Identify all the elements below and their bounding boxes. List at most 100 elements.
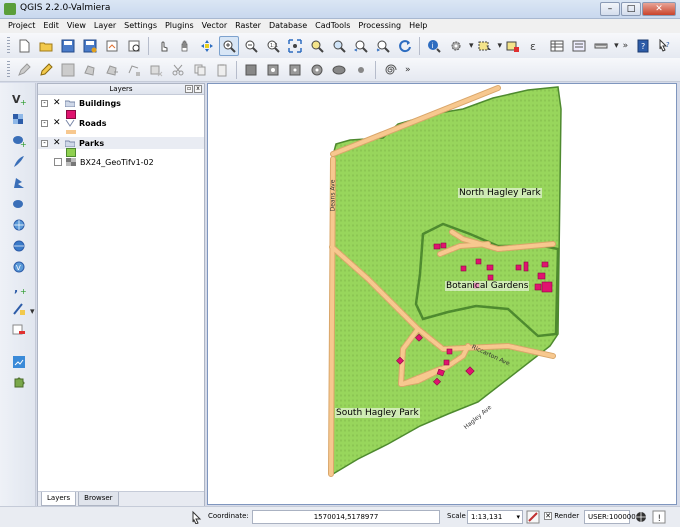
zoom-next-button[interactable]	[373, 36, 393, 56]
plugin-tool-button[interactable]	[9, 373, 29, 393]
menu-raster[interactable]: Raster	[231, 19, 265, 33]
dot-tool-button[interactable]	[351, 60, 371, 80]
zoom-out-button[interactable]	[241, 36, 261, 56]
copy-features-button[interactable]	[190, 60, 210, 80]
render-toggle[interactable]: ✕ Render	[544, 510, 579, 524]
chevron-down-icon[interactable]: ▾	[498, 41, 503, 51]
add-wms-layer-button[interactable]	[9, 215, 29, 235]
close-panel-button[interactable]: x	[194, 85, 202, 93]
float-panel-button[interactable]: ▫	[185, 85, 193, 93]
add-wcs-layer-button[interactable]	[9, 236, 29, 256]
toolbar-overflow-icon[interactable]: »	[405, 65, 411, 75]
add-wfs-layer-button[interactable]: V	[9, 257, 29, 277]
zoom-to-layer-button[interactable]	[329, 36, 349, 56]
scale-combo[interactable]: 1:13,131 ▾	[467, 510, 523, 524]
save-as-button[interactable]	[80, 36, 100, 56]
select-features-button[interactable]	[475, 36, 495, 56]
select-by-radius-button[interactable]	[285, 60, 305, 80]
menu-view[interactable]: View	[63, 19, 90, 33]
layer-row-roads[interactable]: - ✕ Roads	[38, 117, 204, 129]
new-print-composer-button[interactable]	[102, 36, 122, 56]
add-raster-layer-button[interactable]	[9, 110, 29, 130]
collapse-toggle[interactable]: -	[41, 119, 48, 127]
deselect-features-button[interactable]	[503, 36, 523, 56]
circle-tool-button[interactable]	[307, 60, 327, 80]
zoom-to-selection-button[interactable]	[307, 36, 327, 56]
new-project-button[interactable]	[14, 36, 34, 56]
add-delimited-text-button[interactable]: , +	[9, 278, 29, 298]
save-edits-button[interactable]	[58, 60, 78, 80]
menu-help[interactable]: Help	[405, 19, 431, 33]
zoom-in-button[interactable]	[219, 35, 239, 56]
save-project-button[interactable]	[58, 36, 78, 56]
messages-button[interactable]: !	[652, 510, 666, 524]
move-feature-button[interactable]	[102, 60, 122, 80]
refresh-button[interactable]	[395, 36, 415, 56]
menu-edit[interactable]: Edit	[39, 19, 63, 33]
spiral-tool-button[interactable]	[380, 60, 400, 80]
tab-layers[interactable]: Layers	[41, 492, 77, 506]
field-calculator-button[interactable]: ε	[525, 36, 545, 56]
menu-cadtools[interactable]: CadTools	[311, 19, 354, 33]
touch-zoom-button[interactable]	[153, 36, 173, 56]
add-mssql-layer-button[interactable]	[9, 173, 29, 193]
cut-features-button[interactable]	[168, 60, 188, 80]
whats-this-button[interactable]: ?	[655, 36, 675, 56]
statistical-summary-button[interactable]	[569, 36, 589, 56]
collapse-toggle[interactable]: -	[41, 99, 48, 107]
add-spatialite-layer-button[interactable]	[9, 152, 29, 172]
layer-visibility-checkbox[interactable]: ✕	[53, 99, 61, 108]
menu-plugins[interactable]: Plugins	[161, 19, 198, 33]
coordinate-field[interactable]: 1570014,5178977	[252, 510, 440, 524]
menu-processing[interactable]: Processing	[354, 19, 405, 33]
toolbar-overflow-icon[interactable]: »	[623, 41, 629, 51]
layer-visibility-checkbox[interactable]: ✕	[53, 119, 61, 128]
crs-globe-button[interactable]	[634, 510, 648, 524]
select-by-polygon-button[interactable]	[263, 60, 283, 80]
layer-row-buildings[interactable]: - ✕ Buildings	[38, 97, 204, 109]
add-postgis-layer-button[interactable]: +	[9, 131, 29, 151]
chevron-down-icon[interactable]: ▾	[30, 307, 35, 317]
close-button[interactable]: ✕	[642, 2, 676, 16]
select-by-rectangle-button[interactable]	[241, 60, 261, 80]
render-checkbox[interactable]: ✕	[544, 512, 552, 520]
maximize-button[interactable]: □	[621, 2, 641, 16]
measure-button[interactable]	[591, 36, 611, 56]
identify-features-button[interactable]: i	[424, 36, 444, 56]
layer-row-geotiff[interactable]: BX24_GeoTifv1-02	[38, 156, 204, 168]
current-edits-button[interactable]	[14, 60, 34, 80]
layer-row-parks[interactable]: - ✕ Parks	[38, 137, 204, 149]
node-tool-button[interactable]	[124, 60, 144, 80]
layer-visibility-checkbox[interactable]: ✕	[53, 139, 61, 148]
zoom-full-button[interactable]	[285, 36, 305, 56]
delete-selected-button[interactable]	[146, 60, 166, 80]
zoom-actual-size-button[interactable]: 1:1	[263, 36, 283, 56]
new-shapefile-button[interactable]	[9, 299, 29, 319]
paste-features-button[interactable]	[212, 60, 232, 80]
add-vector-layer-button[interactable]: V +	[9, 89, 29, 109]
ellipse-tool-button[interactable]	[329, 60, 349, 80]
action-button[interactable]	[446, 36, 466, 56]
zoom-last-button[interactable]	[351, 36, 371, 56]
georeferencer-button[interactable]	[9, 352, 29, 372]
remove-layer-button[interactable]	[9, 320, 29, 340]
tab-browser[interactable]: Browser	[78, 492, 119, 506]
pan-to-selection-button[interactable]	[197, 36, 217, 56]
attribute-table-button[interactable]	[547, 36, 567, 56]
collapse-toggle[interactable]: -	[41, 139, 48, 147]
help-button[interactable]: ?	[633, 36, 653, 56]
layer-visibility-checkbox[interactable]	[54, 158, 62, 166]
menu-vector[interactable]: Vector	[198, 19, 232, 33]
menu-project[interactable]: Project	[4, 19, 39, 33]
menu-settings[interactable]: Settings	[120, 19, 161, 33]
add-feature-button[interactable]	[80, 60, 100, 80]
crs-status-button[interactable]: USER:100000	[584, 510, 636, 524]
minimize-button[interactable]: –	[600, 2, 620, 16]
composer-manager-button[interactable]	[124, 36, 144, 56]
add-oracle-layer-button[interactable]	[9, 194, 29, 214]
chevron-down-icon[interactable]: ▾	[614, 41, 619, 51]
toolbar-grip[interactable]	[7, 60, 10, 79]
stop-render-button[interactable]	[526, 510, 540, 524]
chevron-down-icon[interactable]: ▾	[469, 41, 474, 51]
menu-database[interactable]: Database	[265, 19, 311, 33]
